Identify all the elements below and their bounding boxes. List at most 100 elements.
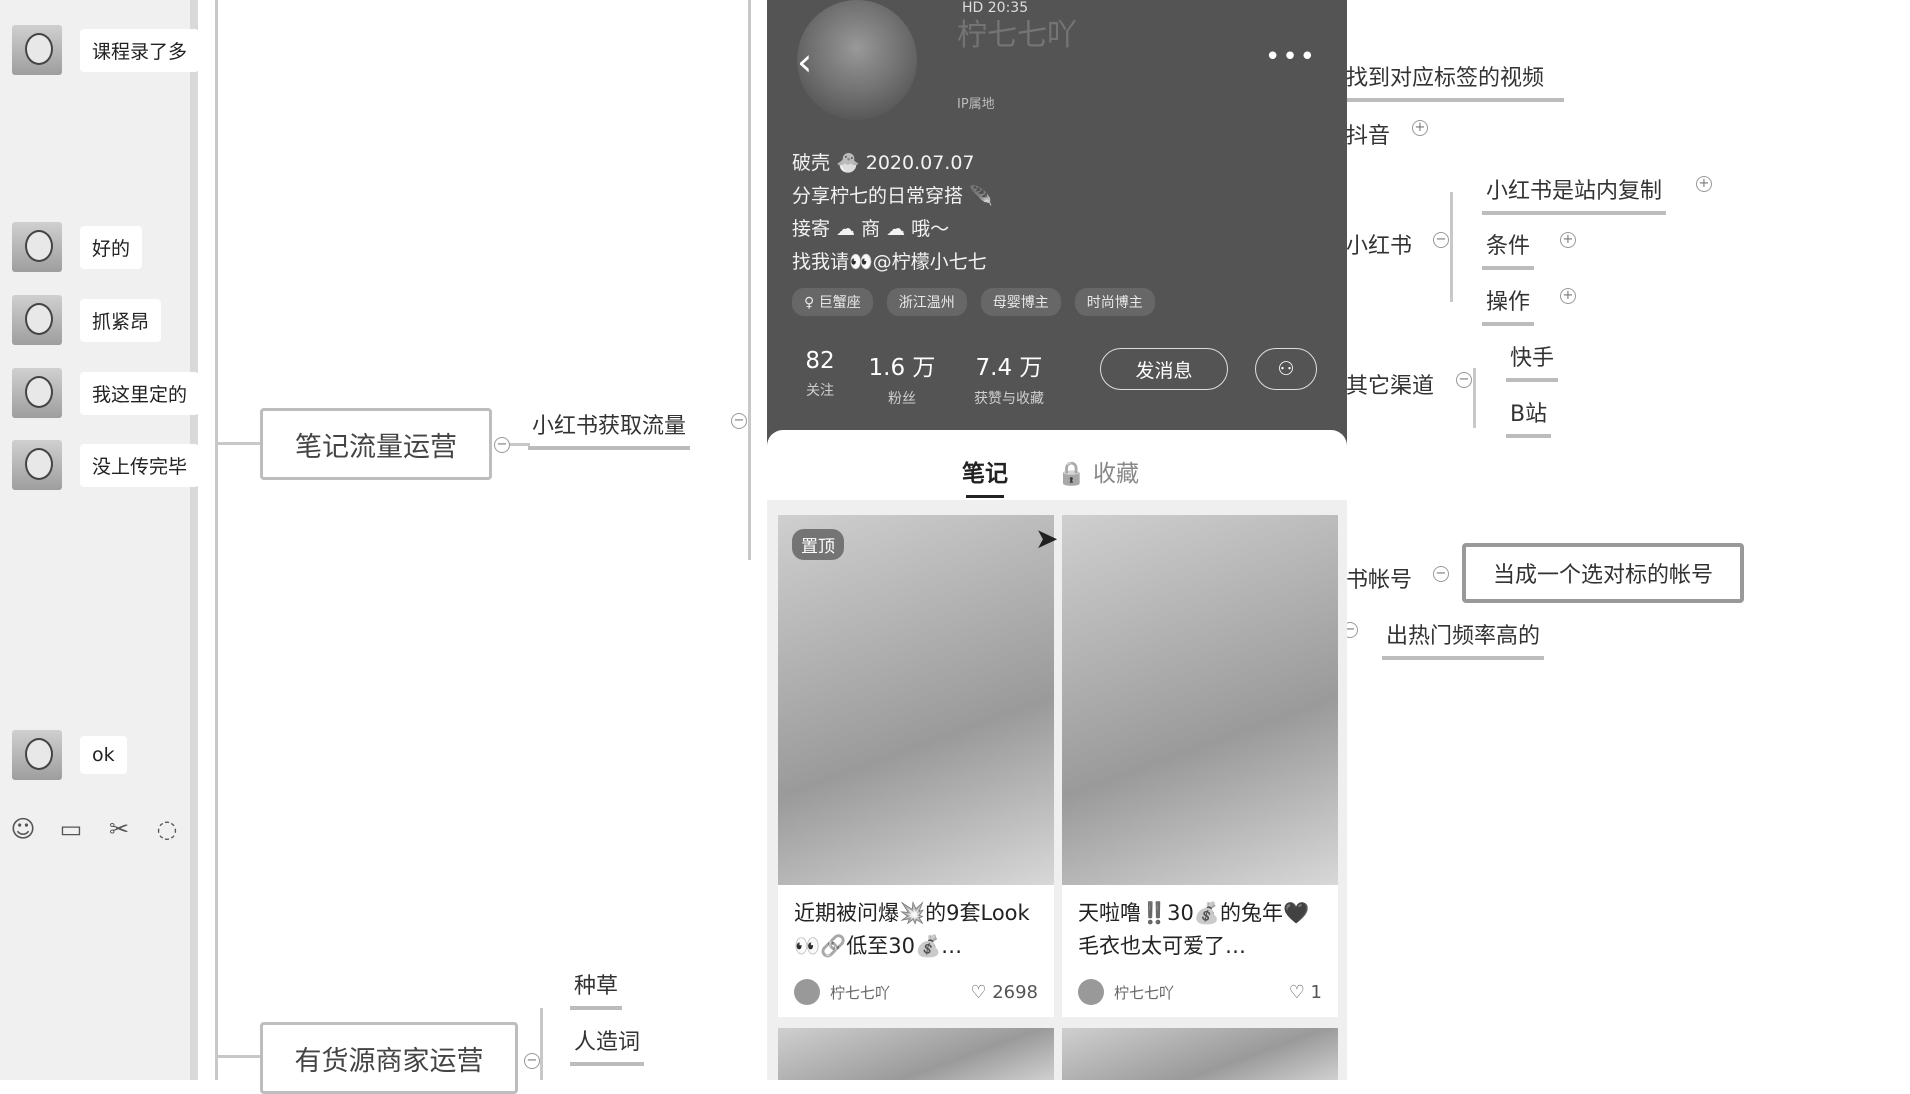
mindmap-connector (215, 1055, 260, 1058)
expand-icon[interactable]: + (1696, 176, 1712, 192)
stat-fans[interactable]: 1.6 万 粉丝 (862, 348, 942, 408)
collapse-icon[interactable]: − (1433, 232, 1449, 248)
avatar[interactable] (12, 730, 62, 780)
node-xiaohongshu[interactable]: 小红书 (1342, 228, 1416, 266)
tag[interactable]: 时尚博主 (1074, 288, 1155, 316)
note-image (1062, 1028, 1338, 1080)
chat-bubble: 课程录了多 (80, 28, 200, 72)
note-card[interactable] (1062, 1028, 1338, 1080)
collapse-icon[interactable]: − (1433, 566, 1449, 582)
collapse-icon[interactable]: − (494, 437, 510, 453)
avatar[interactable] (12, 25, 62, 75)
chat-message: ok (12, 730, 127, 780)
note-meta: 柠七七吖 ♡ 1 (1062, 967, 1338, 1017)
tab-favorites[interactable]: 🔒 收藏 (1057, 454, 1139, 488)
tag[interactable]: ♀ 巨蟹座 (792, 288, 873, 316)
ip-location: IP属地 (957, 97, 995, 112)
chat-message: 没上传完毕 (12, 440, 200, 490)
tag[interactable]: 浙江温州 (886, 288, 967, 316)
node-benchmark[interactable]: 当成一个选对标的帐号 (1462, 543, 1744, 603)
stat-value: 82 (805, 348, 835, 374)
chat-message: 课程录了多 (12, 25, 200, 75)
note-card[interactable] (778, 1028, 1054, 1080)
note-image: 置顶 (778, 515, 1054, 885)
stat-value: 7.4 万 (975, 355, 1043, 381)
bio-line: 找我请👀@柠檬小七七 (792, 251, 987, 273)
stat-label: 粉丝 (888, 391, 916, 407)
node-zaoci[interactable]: 人造词 (570, 1024, 645, 1066)
expand-icon[interactable]: + (1412, 120, 1428, 136)
bio-line: 分享柠七的日常穿搭 🪶 (792, 185, 993, 207)
mouse-cursor-icon: ➤ (1035, 522, 1059, 555)
author-name: 柠七七吖 (1114, 983, 1175, 1002)
node-hot-freq[interactable]: 出热门频率高的 (1382, 618, 1545, 660)
chat-message: 好的 (12, 222, 143, 272)
node-copy-inside[interactable]: 小红书是站内复制 (1482, 173, 1667, 215)
bio-line: 破壳 🐣 2020.07.07 (792, 152, 975, 174)
avatar[interactable] (12, 222, 62, 272)
collapse-icon[interactable]: − (731, 413, 747, 429)
back-icon[interactable]: ‹ (797, 40, 812, 84)
avatar[interactable] (12, 440, 62, 490)
author-name: 柠七七吖 (830, 983, 891, 1002)
node-condition[interactable]: 条件 (1482, 228, 1535, 270)
profile-avatar[interactable] (797, 0, 917, 120)
mindmap-connector (540, 1008, 543, 1080)
node-merchant[interactable]: 有货源商家运营 (260, 1022, 518, 1094)
collapse-icon[interactable]: − (524, 1053, 540, 1069)
expand-icon[interactable]: + (1560, 288, 1576, 304)
stat-value: 1.6 万 (868, 355, 936, 381)
mindmap-connector (215, 442, 260, 445)
mindmap-connector (1473, 368, 1476, 428)
avatar[interactable] (12, 368, 62, 418)
node-account[interactable]: 书帐号 (1342, 562, 1416, 600)
collapse-icon[interactable]: − (1456, 372, 1472, 388)
expand-icon[interactable]: + (1560, 232, 1576, 248)
node-operation[interactable]: 操作 (1482, 284, 1535, 326)
node-other-channels[interactable]: 其它渠道 (1342, 368, 1438, 406)
chat-bubble: ok (80, 736, 127, 774)
more-icon[interactable]: ••• (1265, 42, 1317, 72)
scissors-icon[interactable]: ✂ (106, 815, 132, 843)
note-card[interactable]: 天啦噜‼️30💰的兔年🖤毛衣也太可爱了… 柠七七吖 ♡ 1 (1062, 515, 1338, 1017)
node-kuaishou[interactable]: 快手 (1506, 340, 1559, 382)
stat-following[interactable]: 82 关注 (795, 348, 845, 400)
stat-likes[interactable]: 7.4 万 获赞与收藏 (954, 348, 1064, 408)
note-card[interactable]: 置顶 近期被问爆💥的9套Look👀🔗低至30💰… 柠七七吖 ♡ 2698 (778, 515, 1054, 1017)
author-avatar (794, 979, 820, 1005)
profile-tabs: 笔记 🔒 收藏 (767, 430, 1347, 500)
mindmap-connector (748, 0, 751, 560)
stat-label: 获赞与收藏 (974, 391, 1044, 407)
chat-bubble: 我这里定的 (80, 371, 200, 415)
node-find-video[interactable]: 找到对应标签的视频 (1342, 60, 1565, 102)
lock-icon: 🔒 (1057, 461, 1086, 487)
send-message-button[interactable]: 发消息 (1100, 348, 1228, 390)
follow-user-icon[interactable]: ⚇ (1255, 348, 1317, 390)
profile-screenshot: HD 20:35 柠七七吖 IP属地 ‹ ••• 破壳 🐣 2020.07.07… (767, 0, 1347, 1080)
like-count[interactable]: ♡ 1 (1289, 982, 1322, 1003)
node-zhongcao[interactable]: 种草 (570, 968, 623, 1010)
chat-message: 抓紧昂 (12, 295, 162, 345)
node-xhs-traffic[interactable]: 小红书获取流量 (528, 408, 691, 450)
mindmap-connector (1450, 192, 1453, 302)
chat-bubble: 抓紧昂 (80, 298, 162, 342)
pinned-badge: 置顶 (792, 529, 844, 560)
avatar[interactable] (12, 295, 62, 345)
tag[interactable]: 母婴博主 (980, 288, 1061, 316)
node-note-traffic[interactable]: 笔记流量运营 (260, 408, 492, 480)
profile-tags: ♀ 巨蟹座 浙江温州 母婴博主 时尚博主 (792, 288, 1155, 316)
node-bilibili[interactable]: B站 (1506, 396, 1552, 438)
note-title: 近期被问爆💥的9套Look👀🔗低至30💰… (794, 901, 1030, 958)
folder-icon[interactable]: ▭ (58, 815, 84, 843)
tab-notes[interactable]: 笔记 (962, 454, 1008, 498)
chat-icon[interactable]: ◌ (154, 815, 180, 843)
node-douyin[interactable]: 抖音 (1342, 118, 1394, 156)
profile-name: 柠七七吖 (957, 18, 1077, 53)
mindmap-connector (510, 443, 530, 446)
like-count[interactable]: ♡ 2698 (970, 982, 1038, 1003)
like-value: 2698 (992, 981, 1038, 1003)
emoji-icon[interactable]: ☺ (10, 815, 36, 843)
tab-label: 收藏 (1092, 461, 1139, 487)
chat-sidebar: 课程录了多 好的 抓紧昂 我这里定的 没上传完毕 ok ☺ ▭ ✂ ◌ (0, 0, 200, 1080)
note-image (778, 1028, 1054, 1080)
